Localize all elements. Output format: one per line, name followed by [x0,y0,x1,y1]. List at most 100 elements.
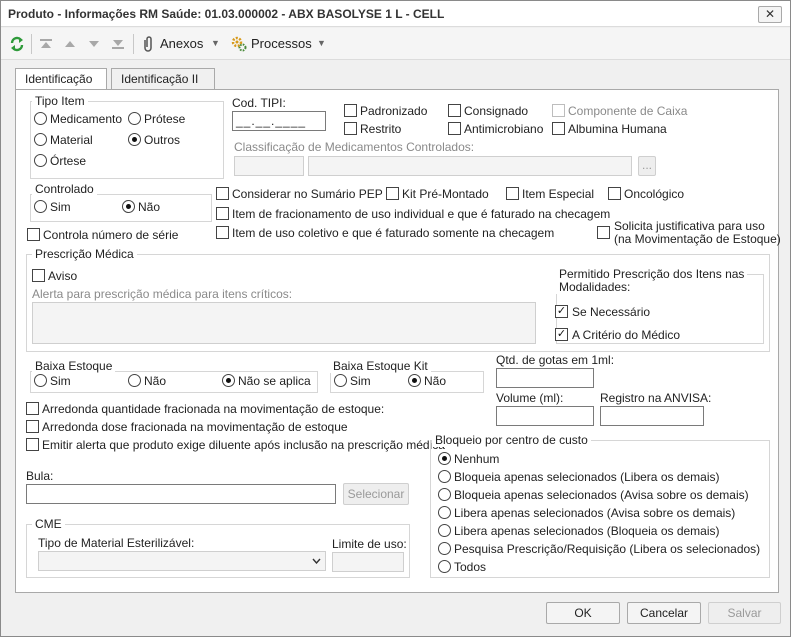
cod-tipi-input[interactable]: __.__.____ [232,111,326,131]
bloqueio-todos-radio[interactable] [438,560,451,573]
controla-serie-label: Controla número de série [43,228,179,242]
baixa-estoque-sim-radio[interactable] [34,374,47,387]
solicita-justificativa-line2: (na Movimentação de Estoque) [614,232,781,246]
oncologico-checkbox[interactable] [608,187,621,200]
componente-caixa-checkbox[interactable] [552,104,565,117]
tipo-item-material-radio[interactable] [34,133,47,146]
aviso-label: Aviso [48,269,78,283]
next-record-icon[interactable] [87,39,101,49]
chevron-down-icon [312,558,321,564]
considerar-sumario-pep-checkbox[interactable] [216,187,229,200]
window-title: Produto - Informações RM Saúde: 01.03.00… [8,7,445,21]
solicita-justificativa-checkbox[interactable] [597,226,610,239]
alerta-label: Alerta para prescrição médica para itens… [32,287,293,301]
selecionar-bula-button[interactable]: Selecionar [343,483,409,505]
bloqueio-option-label: Libera apenas selecionados (Avisa sobre … [454,506,736,520]
baixa-estoque-nao-se-aplica-radio[interactable] [222,374,235,387]
tipo-item-option-label: Prótese [144,112,186,126]
modalidades-legend: Permitido Prescrição dos Itens nas Modali… [556,267,748,294]
bula-input[interactable] [26,484,336,504]
item-especial-checkbox[interactable] [506,187,519,200]
limite-uso-input[interactable] [332,552,404,572]
volume-input[interactable] [496,406,594,426]
componente-caixa-label: Componente de Caixa [568,104,688,118]
padronizado-label: Padronizado [360,104,428,118]
gears-icon [231,36,247,52]
arredonda-quantidade-label: Arredonda quantidade fracionada na movim… [42,402,385,416]
previous-record-icon[interactable] [63,39,77,49]
bloqueio-libera-avisa-radio[interactable] [438,506,451,519]
tipo-item-option-label: Outros [144,133,181,147]
bloqueio-option-label: Todos [454,560,487,574]
cod-tipi-value: __.__.____ [236,114,307,128]
last-record-icon[interactable] [111,38,125,50]
bloqueio-libera-bloqueia-radio[interactable] [438,524,451,537]
tipo-item-protese-radio[interactable] [128,112,141,125]
baixa-estoque-kit-option-label: Sim [350,374,371,388]
processos-label: Processos [251,36,312,51]
anexos-menu-button[interactable]: Anexos ▼ [139,32,223,56]
classificacao-code-input[interactable] [234,156,304,176]
first-record-icon[interactable] [39,38,53,50]
kit-pre-montado-checkbox[interactable] [386,187,399,200]
solicita-justificativa-label: Solicita justificativa para uso (na Movim… [614,220,781,246]
bloqueio-bloqueia-libera-radio[interactable] [438,470,451,483]
baixa-estoque-nao-radio[interactable] [128,374,141,387]
tipo-item-option-label: Órtese [50,154,87,168]
albumina-humana-label: Albumina Humana [568,122,667,136]
aviso-checkbox[interactable] [32,269,45,282]
antimicrobiano-label: Antimicrobiano [464,122,544,136]
ok-button[interactable]: OK [546,602,620,624]
uso-coletivo-checkbox[interactable] [216,226,229,239]
controlado-nao-radio[interactable] [122,200,135,213]
padronizado-checkbox[interactable] [344,104,357,117]
criterio-medico-checkbox[interactable]: ✓ [555,328,568,341]
bloqueio-legend: Bloqueio por centro de custo [432,433,591,447]
close-button[interactable]: ✕ [758,6,782,23]
cancel-button[interactable]: Cancelar [627,602,701,624]
tipo-item-outros-radio[interactable] [128,133,141,146]
alerta-textarea[interactable] [32,302,536,344]
tipo-item-ortese-radio[interactable] [34,154,47,167]
se-necessario-checkbox[interactable]: ✓ [555,305,568,318]
tipo-material-select[interactable] [38,551,326,571]
registro-anvisa-input[interactable] [600,406,704,426]
classificacao-label: Classificação de Medicamentos Controlado… [234,140,475,154]
albumina-humana-checkbox[interactable] [552,122,565,135]
tab-identificacao-ii[interactable]: Identificação II [111,68,215,90]
tab-panel-identificacao: Tipo Item Medicamento Prótese Material O… [15,89,781,593]
processos-menu-button[interactable]: Processos ▼ [229,32,329,56]
tipo-item-option-label: Material [50,133,93,147]
se-necessario-label: Se Necessário [572,305,651,319]
controlado-option-label: Sim [50,200,71,214]
tipo-item-legend: Tipo Item [32,94,88,108]
baixa-estoque-kit-nao-radio[interactable] [408,374,421,387]
arredonda-quantidade-checkbox[interactable] [26,402,39,415]
refresh-icon[interactable] [9,35,25,53]
qtd-gotas-input[interactable] [496,368,594,388]
modalidades-legend-line1: Permitido Prescrição dos Itens nas [559,267,745,281]
tab-identificacao[interactable]: Identificação [15,68,107,91]
classificacao-description-input[interactable] [308,156,632,176]
qtd-gotas-label: Qtd. de gotas em 1ml: [496,353,615,367]
controla-serie-checkbox[interactable] [27,228,40,241]
limite-uso-label: Limite de uso: [332,537,407,551]
bula-label: Bula: [26,469,54,483]
toolbar-separator [133,34,134,54]
alerta-diluente-checkbox[interactable] [26,438,39,451]
controlado-sim-radio[interactable] [34,200,47,213]
cme-legend: CME [32,517,65,531]
consignado-checkbox[interactable] [448,104,461,117]
arredonda-dose-checkbox[interactable] [26,420,39,433]
classificacao-lookup-button[interactable]: ... [638,156,656,176]
fracionamento-individual-checkbox[interactable] [216,207,229,220]
bloqueio-option-label: Nenhum [454,452,500,466]
bloqueio-bloqueia-avisa-radio[interactable] [438,488,451,501]
bloqueio-pesquisa-radio[interactable] [438,542,451,555]
baixa-estoque-kit-sim-radio[interactable] [334,374,347,387]
save-button[interactable]: Salvar [708,602,781,624]
antimicrobiano-checkbox[interactable] [448,122,461,135]
restrito-checkbox[interactable] [344,122,357,135]
bloqueio-nenhum-radio[interactable] [438,452,451,465]
tipo-item-medicamento-radio[interactable] [34,112,47,125]
